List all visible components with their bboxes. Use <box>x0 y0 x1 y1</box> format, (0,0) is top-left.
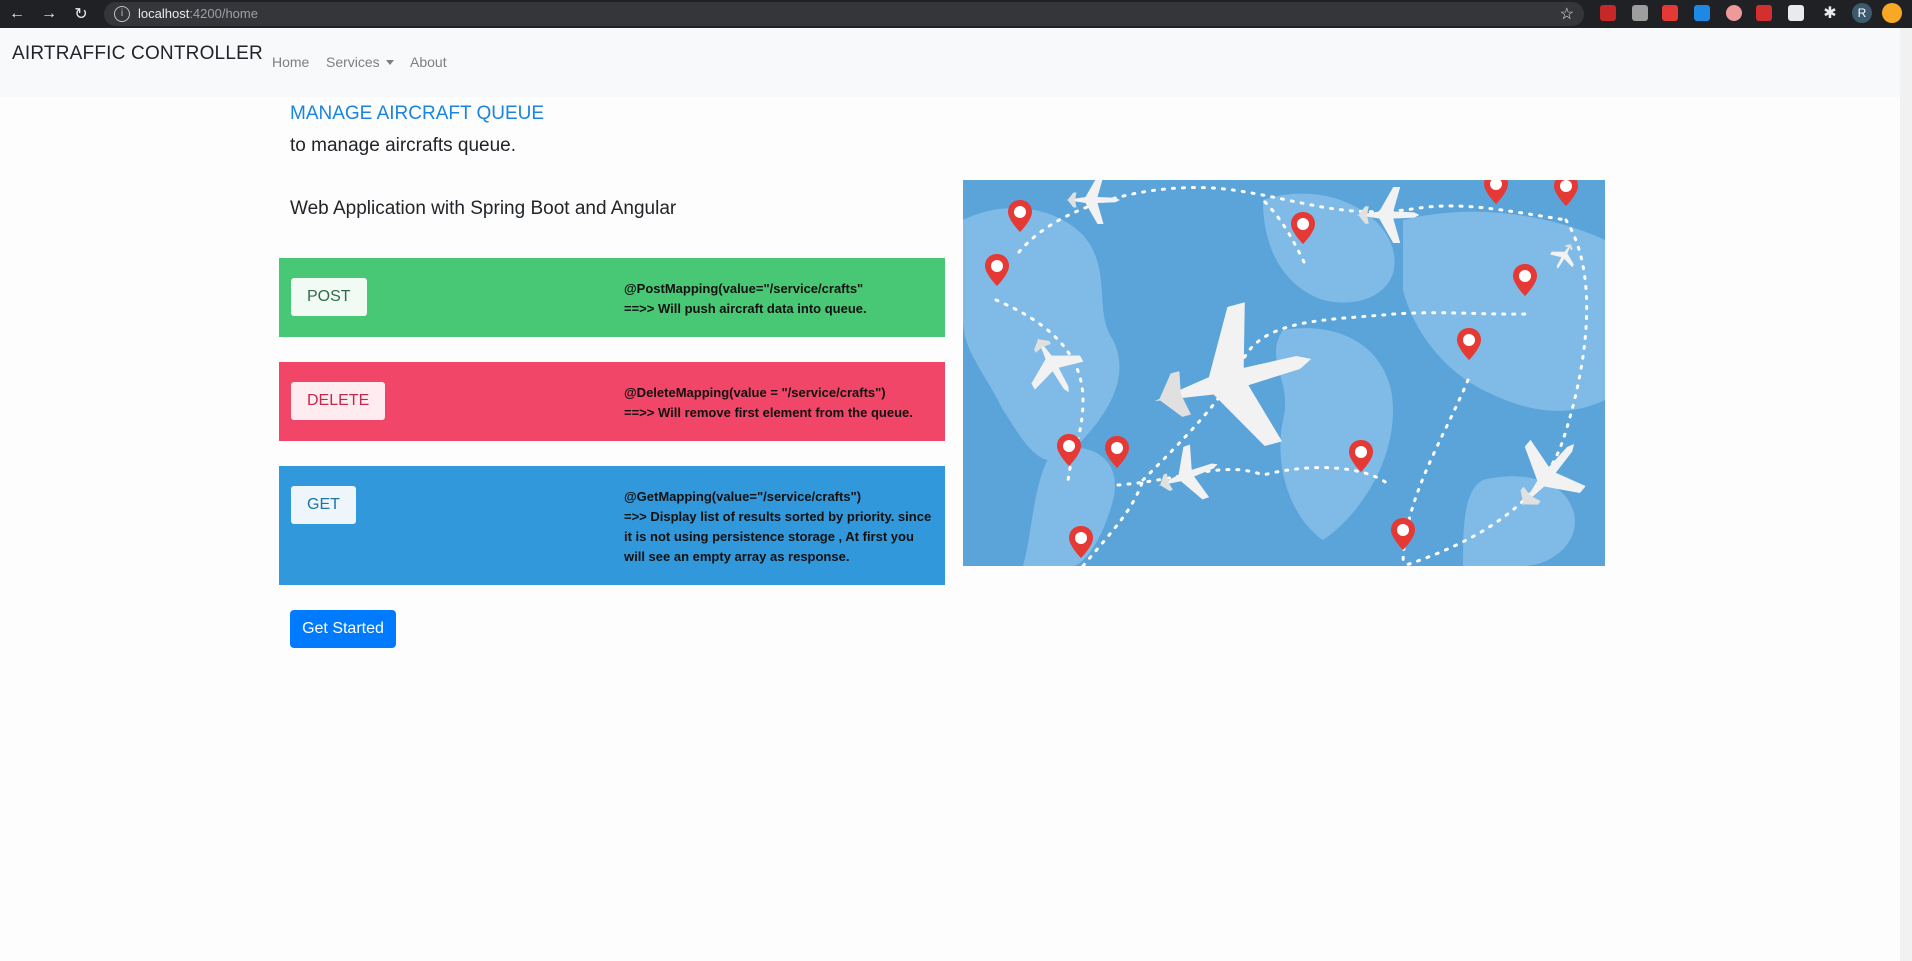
delete-description: @DeleteMapping(value = "/service/crafts"… <box>624 383 936 423</box>
navbar: AIRTRAFFIC CONTROLLER Home Services Abou… <box>0 28 1900 97</box>
get-button[interactable]: GET <box>291 486 356 524</box>
get-description: @GetMapping(value="/service/crafts") =>>… <box>624 487 936 567</box>
extension-icon[interactable] <box>1632 5 1648 21</box>
address-bar[interactable]: i localhost:4200/home ☆ <box>104 2 1584 26</box>
url-path: :4200/home <box>189 6 258 21</box>
nav-services-label: Services <box>326 54 380 70</box>
extension-icon[interactable] <box>1726 5 1742 21</box>
delete-mapping: @DeleteMapping(value = "/service/crafts"… <box>624 385 886 400</box>
bookmark-star-icon[interactable]: ☆ <box>1560 4 1574 24</box>
delete-button[interactable]: DELETE <box>291 382 386 420</box>
post-button[interactable]: POST <box>291 278 367 316</box>
extension-puzzle-icon[interactable]: ✱ <box>1817 1 1843 25</box>
back-arrow-icon[interactable]: ← <box>4 2 30 26</box>
post-card: POST @PostMapping(value="/service/crafts… <box>279 258 945 337</box>
address-url[interactable]: localhost:4200/home <box>138 6 258 21</box>
get-started-button[interactable]: Get Started <box>290 610 396 648</box>
profile-avatar[interactable]: R <box>1852 3 1872 23</box>
info-icon[interactable]: i <box>114 6 130 22</box>
post-mapping: @PostMapping(value="/service/crafts" <box>624 281 864 296</box>
delete-card: DELETE @DeleteMapping(value = "/service/… <box>279 362 945 441</box>
page-tagline: Web Application with Spring Boot and Ang… <box>290 198 677 219</box>
page-title: MANAGE AIRCRAFT QUEUE <box>290 103 545 124</box>
nav-about[interactable]: About <box>410 54 447 70</box>
page-scrollbar[interactable] <box>1900 28 1912 961</box>
page-subtitle: to manage aircrafts queue. <box>290 135 517 156</box>
post-explanation: ==>> Will push aircraft data into queue. <box>624 301 867 316</box>
world-map-image <box>963 180 1605 566</box>
chevron-down-icon <box>385 60 394 65</box>
get-mapping: @GetMapping(value="/service/crafts") <box>624 489 862 504</box>
extension-icon[interactable] <box>1662 5 1678 21</box>
extension-icon[interactable] <box>1756 5 1772 21</box>
reload-icon[interactable]: ↻ <box>68 2 94 26</box>
forward-arrow-icon[interactable]: → <box>36 2 62 26</box>
nav-home[interactable]: Home <box>272 54 309 70</box>
extension-icon[interactable] <box>1694 5 1710 21</box>
extension-icon[interactable] <box>1600 5 1616 21</box>
delete-explanation: ==>> Will remove first element from the … <box>624 405 913 420</box>
browser-toolbar: ← → ↻ i localhost:4200/home ☆ ✱ R <box>0 0 1912 28</box>
get-card: GET @GetMapping(value="/service/crafts")… <box>279 466 945 585</box>
profile-status-icon[interactable] <box>1882 3 1902 23</box>
url-host: localhost <box>138 6 190 21</box>
post-description: @PostMapping(value="/service/crafts" ==>… <box>624 279 936 319</box>
extension-icon[interactable] <box>1788 5 1804 21</box>
nav-services-dropdown[interactable]: Services <box>326 54 394 70</box>
flight-routes-illustration <box>963 180 1605 566</box>
get-explanation: =>> Display list of results sorted by pr… <box>624 509 932 564</box>
navbar-brand[interactable]: AIRTRAFFIC CONTROLLER <box>12 43 263 65</box>
